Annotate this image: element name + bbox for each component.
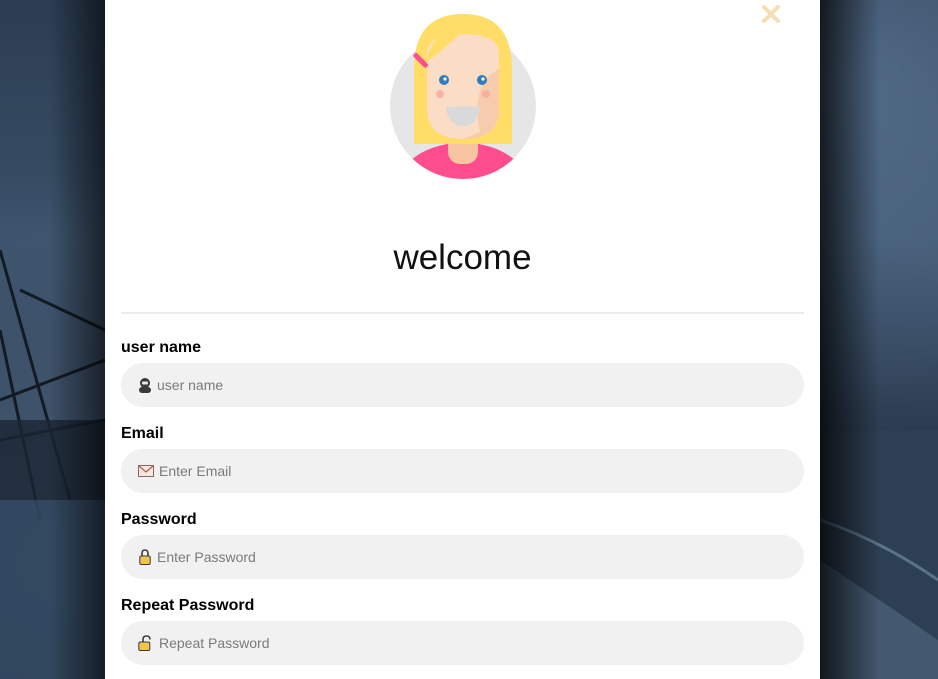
- modal-shadow-right: [820, 0, 880, 679]
- password-input[interactable]: [157, 537, 804, 577]
- repeat-password-label: Repeat Password: [121, 597, 255, 614]
- email-input[interactable]: [159, 451, 804, 491]
- divider: [121, 312, 804, 314]
- girl-avatar-icon: [390, 14, 536, 179]
- envelope-icon: [137, 463, 155, 479]
- password-label: Password: [121, 511, 197, 528]
- email-label: Email: [121, 425, 164, 442]
- avatar: [390, 14, 536, 180]
- password-field[interactable]: [121, 535, 804, 579]
- repeat-password-input[interactable]: [159, 623, 804, 663]
- welcome-heading: welcome: [393, 238, 532, 277]
- username-input[interactable]: [157, 365, 804, 405]
- username-label: user name: [121, 339, 202, 356]
- lock-open-icon: [137, 635, 155, 651]
- close-icon[interactable]: [759, 2, 783, 26]
- user-icon: [137, 377, 153, 393]
- lock-icon: [137, 549, 153, 565]
- email-field[interactable]: [121, 449, 804, 493]
- username-field[interactable]: [121, 363, 804, 407]
- signup-modal: welcome user name Email Password: [105, 0, 820, 679]
- modal-shadow-left: [50, 0, 110, 679]
- repeat-password-field[interactable]: [121, 621, 804, 665]
